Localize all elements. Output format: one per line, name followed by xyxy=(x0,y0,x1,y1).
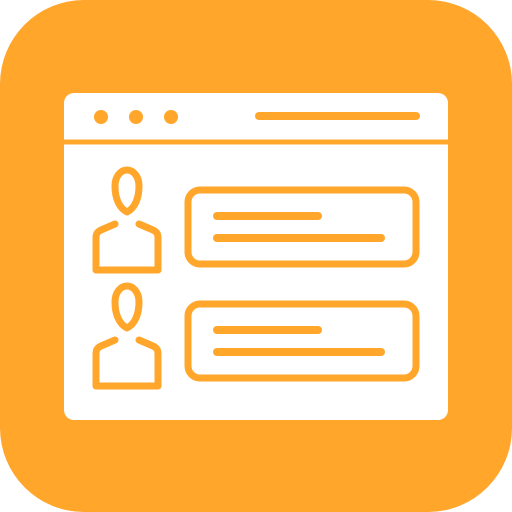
chat-window-users-icon xyxy=(0,0,512,512)
window-dot-icon xyxy=(164,110,178,124)
icon-canvas xyxy=(0,0,512,512)
window-dot-icon xyxy=(94,110,108,124)
window-dot-icon xyxy=(129,110,143,124)
